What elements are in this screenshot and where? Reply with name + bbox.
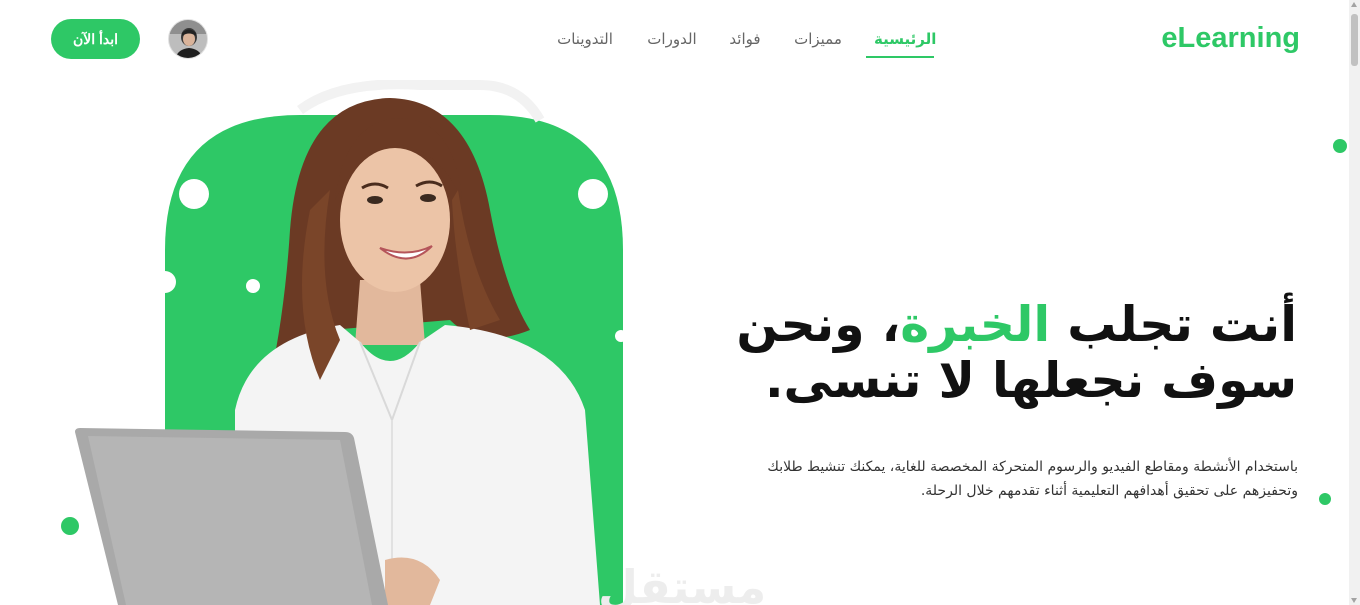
hero-image (0, 79, 760, 605)
brand-logo[interactable]: eLearning (1140, 22, 1300, 55)
avatar-photo-icon (169, 20, 207, 58)
hero-description: باستخدام الأنشطة ومقاطع الفيديو والرسوم … (767, 459, 1298, 499)
watermark-text: مستقل (598, 560, 767, 605)
chevron-up-icon[interactable] (1351, 2, 1357, 7)
chevron-down-icon[interactable] (1351, 598, 1357, 603)
nav-item-blogs[interactable]: التدوينات (552, 30, 618, 48)
start-now-button[interactable]: ابدأ الآن (51, 19, 140, 59)
woman-with-laptop-illustration (75, 79, 627, 605)
hero-heading-part1: أنت تجلب (1067, 296, 1297, 353)
hero-heading: أنت تجلب الخبرة، ونحن سوف نجعلها لا تنسى… (697, 297, 1297, 409)
landing-page: eLearning الرئيسية مميزات فوائد الدورات … (0, 0, 1360, 605)
page-scrollbar[interactable] (1349, 0, 1360, 605)
nav-item-home[interactable]: الرئيسية (874, 30, 936, 48)
decor-dot (61, 517, 79, 535)
nav-active-indicator (866, 56, 934, 58)
decor-dot (1319, 493, 1331, 505)
nav-item-features[interactable]: مميزات (793, 30, 843, 48)
scrollbar-thumb[interactable] (1351, 14, 1358, 66)
nav-item-courses[interactable]: الدورات (646, 30, 698, 48)
nav-item-benefits[interactable]: فوائد (727, 30, 763, 48)
hero-heading-accent: الخبرة (900, 296, 1051, 353)
decor-dot (1333, 139, 1347, 153)
user-avatar[interactable] (168, 19, 208, 59)
